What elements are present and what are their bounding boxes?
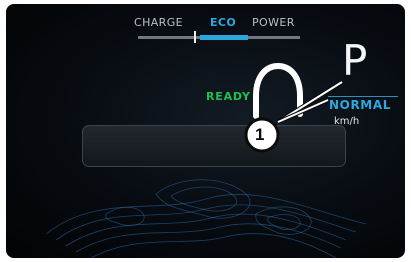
callout-number: 1 [255,125,265,144]
instrument-cluster-display: CHARGE ECO POWER READY P NORMAL km/h 1 [6,4,405,258]
callout-graphic [244,62,344,153]
